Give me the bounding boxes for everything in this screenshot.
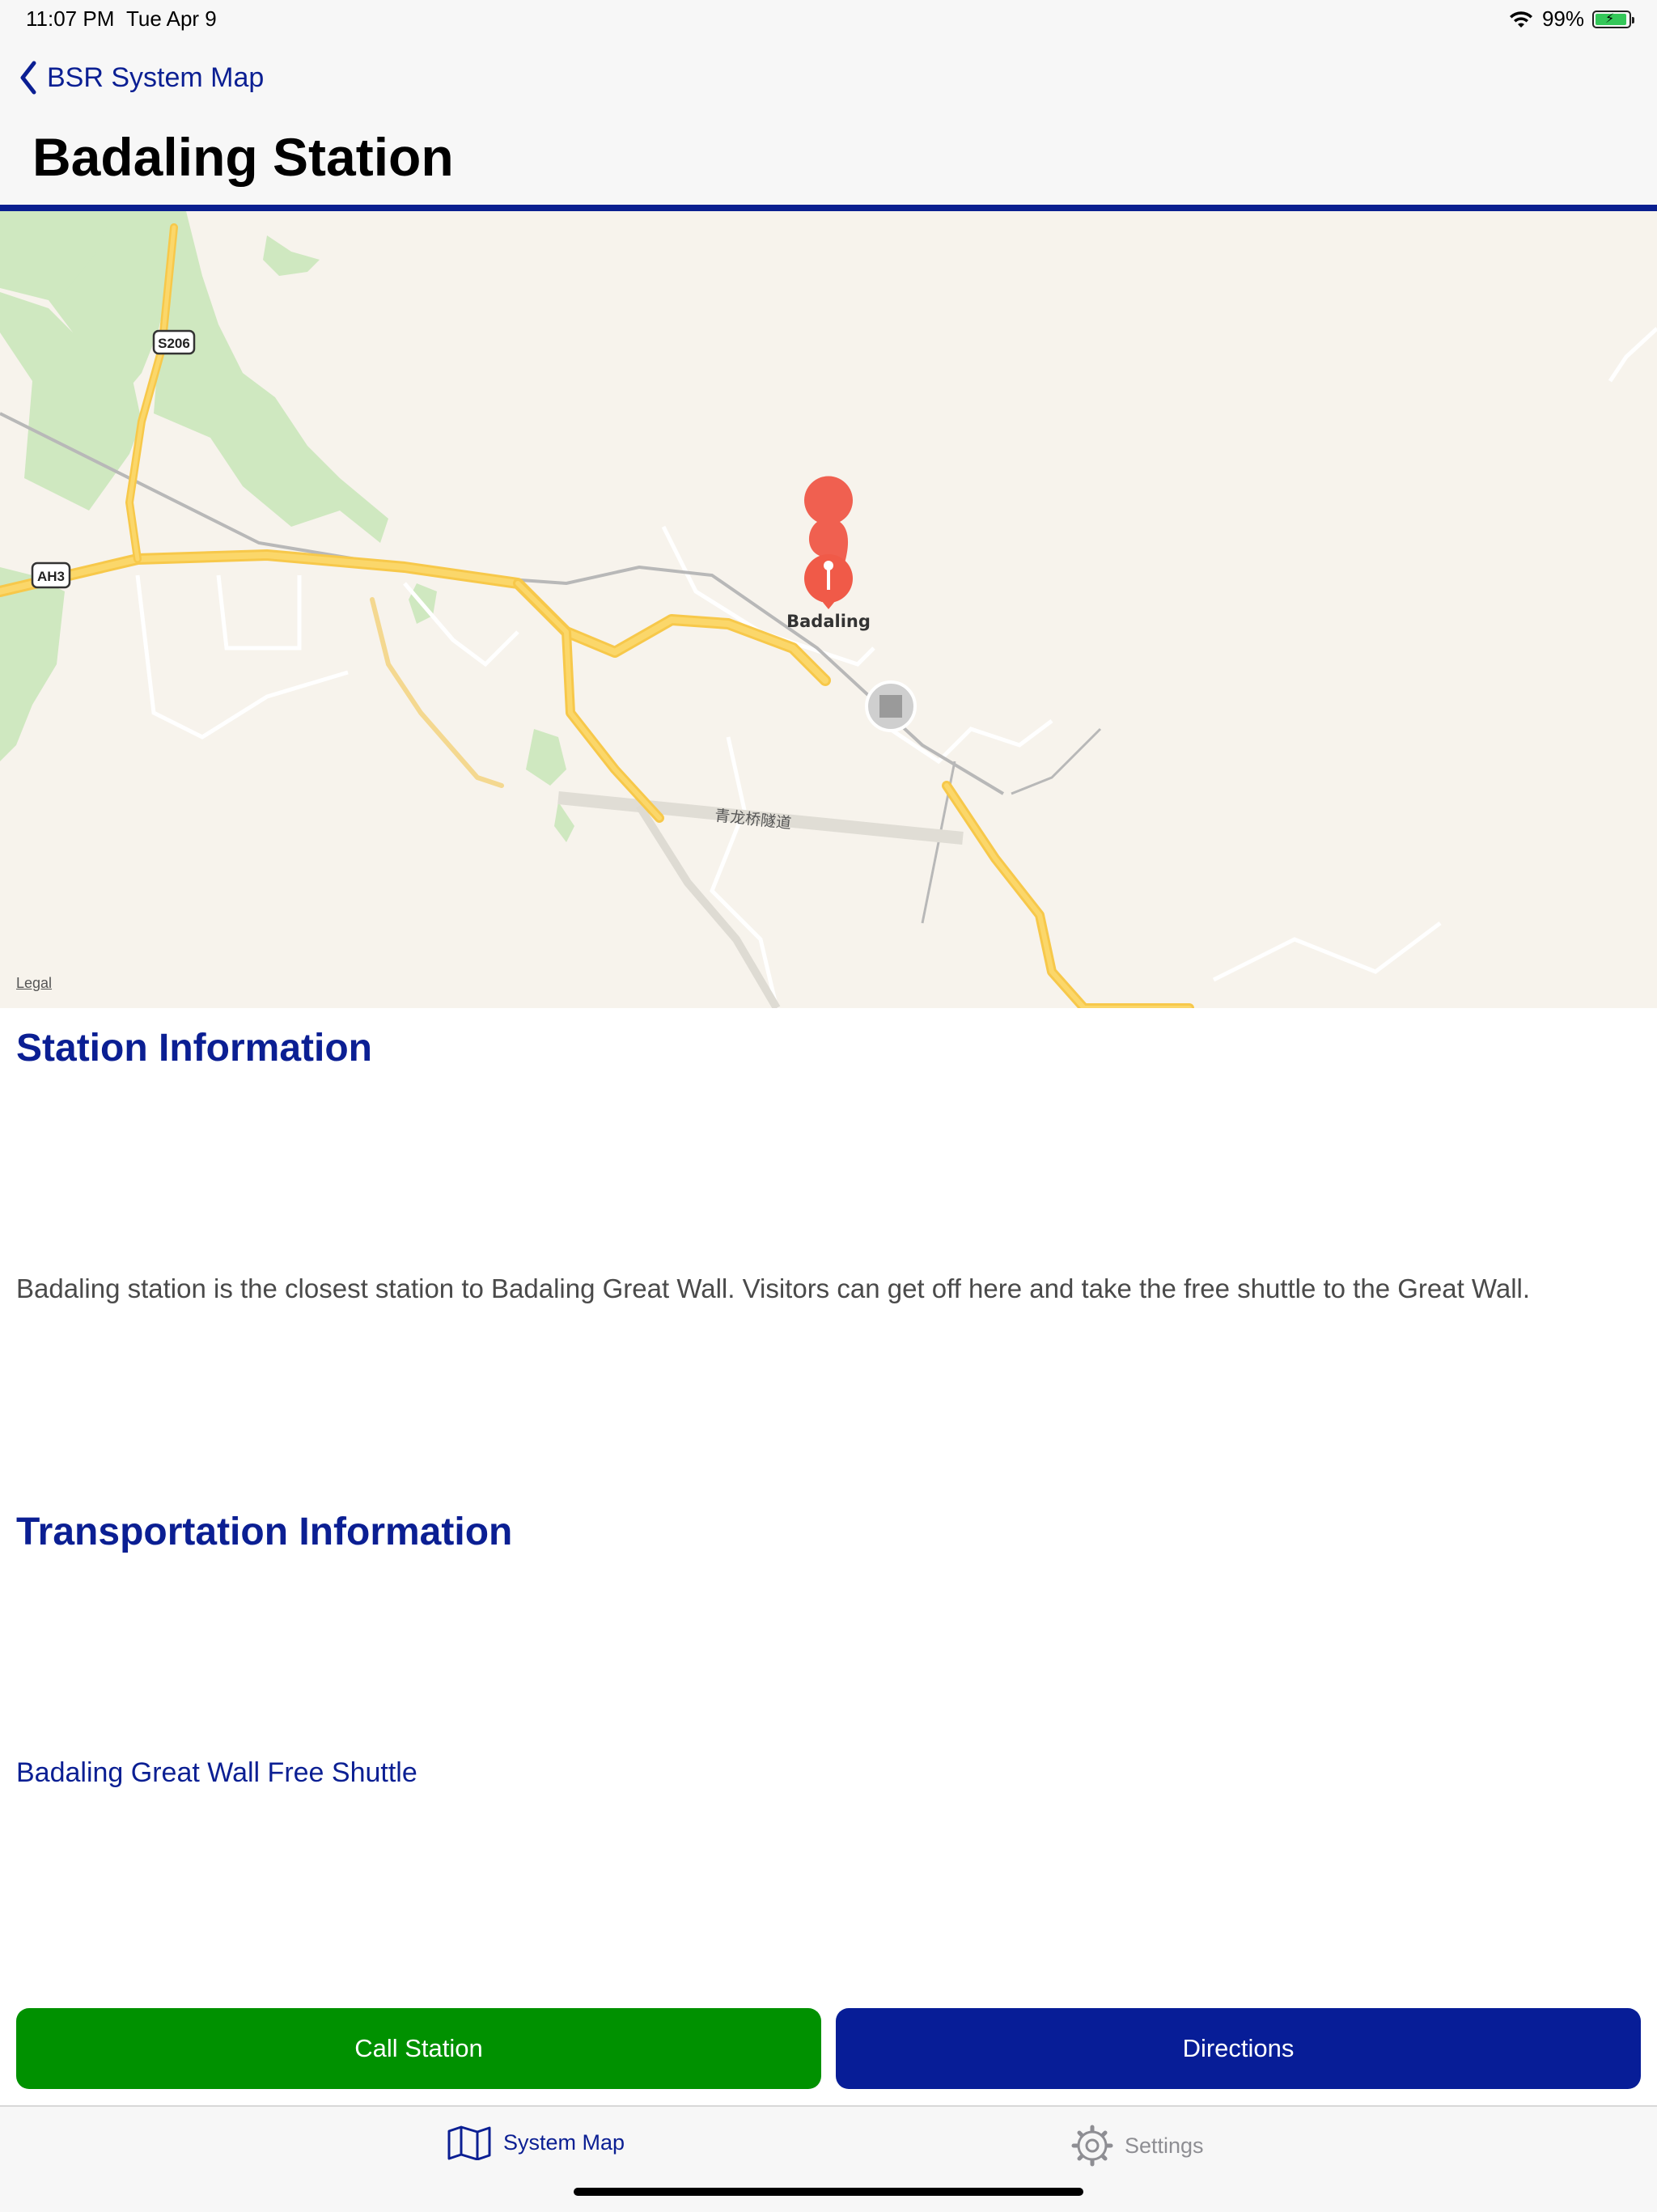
tab-settings[interactable]: Settings [1071, 2125, 1204, 2167]
gear-icon [1071, 2125, 1113, 2167]
shield-s206-text: S206 [158, 336, 190, 351]
map-pin-icon[interactable] [804, 476, 853, 609]
minor-roads [135, 327, 1657, 1008]
status-right: 99% ⚡ [1508, 6, 1634, 32]
call-station-button[interactable]: Call Station [16, 2008, 821, 2089]
home-indicator[interactable] [574, 2188, 1083, 2196]
shuttle-link[interactable]: Badaling Great Wall Free Shuttle [16, 1757, 417, 1789]
back-button[interactable]: BSR System Map [18, 60, 264, 95]
map-legal-link[interactable]: Legal [16, 975, 52, 992]
battery-icon: ⚡ [1592, 10, 1634, 28]
pin-label: Badaling [786, 612, 871, 631]
shield-ah3-text: AH3 [37, 569, 65, 584]
park-areas [0, 211, 574, 842]
navigation-bar: BSR System Map Badaling Station [0, 40, 1657, 206]
tab-bar: System Map Settings [0, 2105, 1657, 2212]
status-bar: 11:07 PM Tue Apr 9 99% ⚡ [0, 0, 1657, 40]
directions-button[interactable]: Directions [836, 2008, 1641, 2089]
status-time: 11:07 PM [26, 6, 115, 31]
tab-system-map-label: System Map [503, 2129, 625, 2155]
map-icon [447, 2125, 491, 2160]
page-title: Badaling Station [32, 127, 454, 187]
wifi-icon [1509, 11, 1532, 28]
landmark-icon[interactable] [865, 680, 917, 732]
chevron-left-icon [20, 61, 36, 95]
tunnel-label: 青龙桥隧道 [714, 807, 792, 833]
back-button-label: BSR System Map [47, 61, 265, 93]
route-shield-ah3: AH3 [31, 561, 71, 589]
station-info-heading: Station Information [16, 1027, 372, 1070]
station-info-text: Badaling station is the closest station … [16, 1273, 1531, 1303]
station-map[interactable]: S206 AH3 Badaling 青龙桥隧道 Legal [0, 211, 1657, 1008]
gray-road [635, 803, 781, 1008]
status-date: Tue Apr 9 [126, 6, 217, 31]
nav-divider [0, 205, 1657, 211]
railway-lines [0, 412, 1102, 924]
tab-settings-label: Settings [1125, 2133, 1204, 2158]
tab-system-map[interactable]: System Map [447, 2125, 625, 2160]
route-shield-s206: S206 [152, 329, 196, 355]
battery-percent: 99% [1541, 6, 1584, 31]
transport-info-heading: Transportation Information [16, 1511, 513, 1553]
